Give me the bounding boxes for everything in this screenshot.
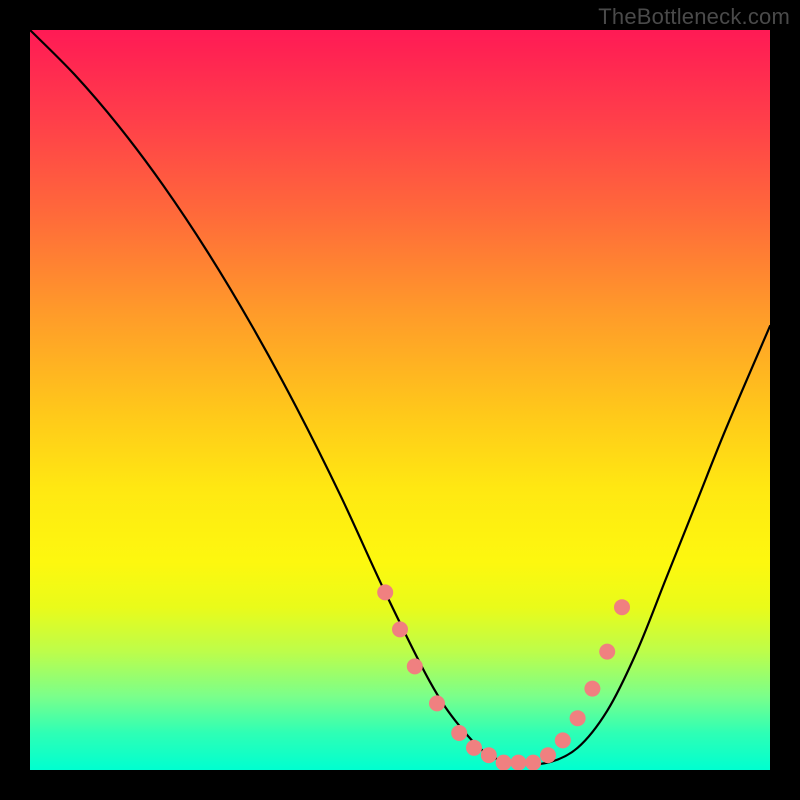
curve-marker-dot (496, 755, 512, 770)
curve-marker-dot (466, 740, 482, 756)
curve-marker-dot (555, 732, 571, 748)
curve-marker-dot (481, 747, 497, 763)
curve-marker-dot (525, 755, 541, 770)
curve-marker-dot (510, 755, 526, 770)
watermark-text: TheBottleneck.com (598, 4, 790, 30)
curve-marker-dot (429, 695, 445, 711)
curve-marker-dot (451, 725, 467, 741)
curve-marker-dot (392, 621, 408, 637)
curve-marker-dot (614, 599, 630, 615)
bottleneck-curve-path (30, 30, 770, 764)
chart-plot-area (30, 30, 770, 770)
curve-marker-dot (584, 681, 600, 697)
curve-marker-dot (407, 658, 423, 674)
curve-markers (377, 584, 630, 770)
curve-marker-dot (599, 644, 615, 660)
curve-marker-dot (570, 710, 586, 726)
bottleneck-curve-svg (30, 30, 770, 770)
curve-marker-dot (540, 747, 556, 763)
curve-marker-dot (377, 584, 393, 600)
